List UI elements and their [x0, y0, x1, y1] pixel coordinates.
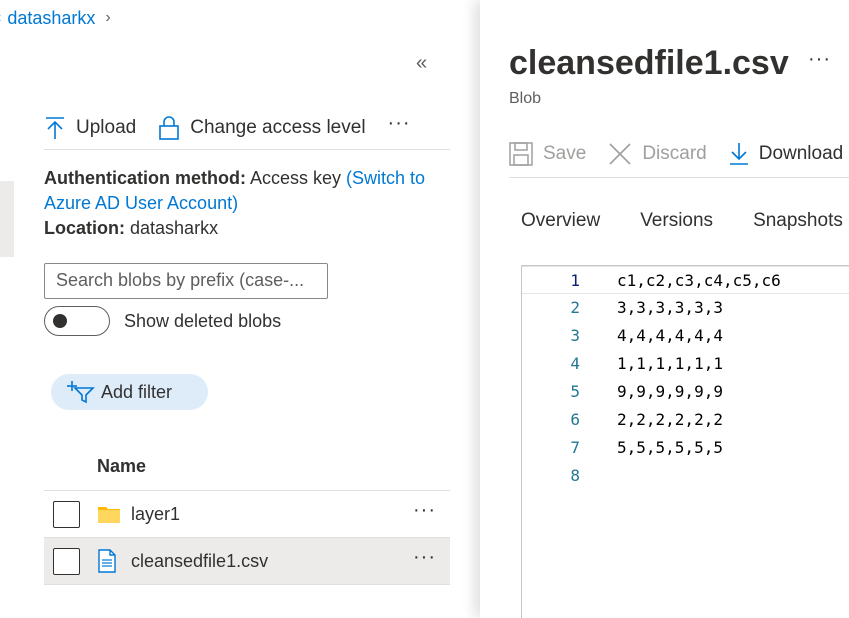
line-text[interactable]: 3,3,3,3,3,3: [617, 294, 723, 322]
row-checkbox[interactable]: [53, 547, 80, 575]
line-number: 4: [570, 354, 580, 373]
editor-line[interactable]: 8: [522, 462, 849, 490]
location-value: datasharkx: [130, 218, 219, 238]
add-filter-icon: [65, 380, 95, 404]
page-title: cleansedfile1.csv: [509, 44, 789, 82]
file-icon: [97, 549, 121, 573]
editor-line[interactable]: 3 4,4,4,4,4,4: [522, 322, 849, 350]
add-filter-label: Add filter: [101, 381, 173, 402]
change-access-level-label: Change access level: [190, 116, 366, 138]
show-deleted-toggle[interactable]: [44, 306, 110, 336]
left-nav-selection-indicator: [0, 181, 14, 257]
tab-snapshots[interactable]: Snapshots: [753, 210, 843, 232]
page-subtitle: Blob: [509, 90, 542, 107]
row-more-button[interactable]: ···: [413, 546, 436, 569]
editor-line[interactable]: 7 5,5,5,5,5,5: [522, 434, 849, 462]
download-icon: [729, 142, 749, 166]
row-name[interactable]: cleansedfile1.csv: [131, 551, 268, 572]
auth-method-value: Access key: [250, 168, 342, 188]
chevron-right-icon: ›: [105, 9, 111, 26]
line-number: 1: [570, 271, 580, 290]
save-icon: [509, 141, 533, 166]
line-text[interactable]: 9,9,9,9,9,9: [617, 378, 723, 406]
list-item[interactable]: layer1 ···: [44, 491, 450, 538]
download-label: Download: [758, 142, 844, 164]
line-text[interactable]: 2,2,2,2,2,2: [617, 406, 723, 434]
blob-detail-pane: cleansedfile1.csv ··· Blob Save Discard …: [480, 0, 849, 618]
editor-line[interactable]: 6 2,2,2,2,2,2: [522, 406, 849, 434]
file-editor[interactable]: 1 c1,c2,c3,c4,c5,c6 2 3,3,3,3,3,3 3 4,4,…: [521, 265, 849, 618]
blob-toolbar: Save Discard Download: [509, 130, 849, 178]
lock-icon: [158, 115, 180, 141]
line-number: 2: [570, 298, 580, 317]
upload-label: Upload: [76, 116, 137, 138]
blob-more-button[interactable]: ···: [808, 48, 831, 71]
change-access-level-button[interactable]: Change access level: [158, 115, 366, 141]
blob-tabs: Overview Versions Snapshots: [521, 210, 849, 232]
container-info: Authentication method: Access key (Switc…: [44, 166, 464, 241]
tab-versions[interactable]: Versions: [640, 210, 713, 232]
toggle-knob: [53, 314, 67, 328]
list-item[interactable]: cleansedfile1.csv ···: [44, 538, 450, 585]
location-label: Location:: [44, 218, 125, 238]
chevron-left-icon: ‹: [0, 9, 1, 27]
download-button[interactable]: Download: [729, 142, 844, 166]
line-text[interactable]: 4,4,4,4,4,4: [617, 322, 723, 350]
column-header-name[interactable]: Name: [44, 446, 450, 491]
show-deleted-label: Show deleted blobs: [124, 310, 282, 331]
discard-label: Discard: [642, 142, 707, 164]
save-button[interactable]: Save: [509, 141, 587, 166]
row-name[interactable]: layer1: [131, 504, 180, 525]
collapse-pane-button[interactable]: «: [416, 52, 427, 75]
editor-line[interactable]: 2 3,3,3,3,3,3: [522, 294, 849, 322]
blob-list: Name layer1 ··· cleansedfile1.csv ···: [44, 446, 450, 585]
upload-icon: [44, 116, 66, 140]
folder-icon: [97, 504, 121, 524]
add-filter-button[interactable]: Add filter: [51, 374, 208, 410]
row-more-button[interactable]: ···: [413, 499, 436, 522]
breadcrumb-item-storage[interactable]: datasharkx: [7, 8, 95, 29]
discard-button[interactable]: Discard: [608, 142, 707, 166]
editor-line[interactable]: 4 1,1,1,1,1,1: [522, 350, 849, 378]
line-text[interactable]: 1,1,1,1,1,1: [617, 350, 723, 378]
auth-method-label: Authentication method:: [44, 168, 246, 188]
line-number: 3: [570, 326, 580, 345]
row-checkbox[interactable]: [53, 500, 80, 528]
search-input[interactable]: Search blobs by prefix (case-...: [44, 263, 328, 299]
line-number: 5: [570, 382, 580, 401]
line-text[interactable]: c1,c2,c3,c4,c5,c6: [617, 267, 781, 295]
editor-line[interactable]: 5 9,9,9,9,9,9: [522, 378, 849, 406]
container-toolbar: Upload Change access level ···: [44, 106, 450, 150]
save-label: Save: [543, 142, 587, 164]
breadcrumb: ‹ datasharkx ›: [0, 6, 111, 30]
line-number: 7: [570, 438, 580, 457]
line-number: 8: [570, 466, 580, 485]
line-text[interactable]: 5,5,5,5,5,5: [617, 434, 723, 462]
upload-button[interactable]: Upload: [44, 116, 136, 140]
close-icon: [608, 142, 632, 166]
show-deleted-toggle-row: Show deleted blobs: [44, 306, 281, 336]
tab-overview[interactable]: Overview: [521, 210, 600, 232]
more-actions-button[interactable]: ···: [388, 112, 411, 135]
editor-line[interactable]: 1 c1,c2,c3,c4,c5,c6: [522, 266, 849, 294]
line-number: 6: [570, 410, 580, 429]
